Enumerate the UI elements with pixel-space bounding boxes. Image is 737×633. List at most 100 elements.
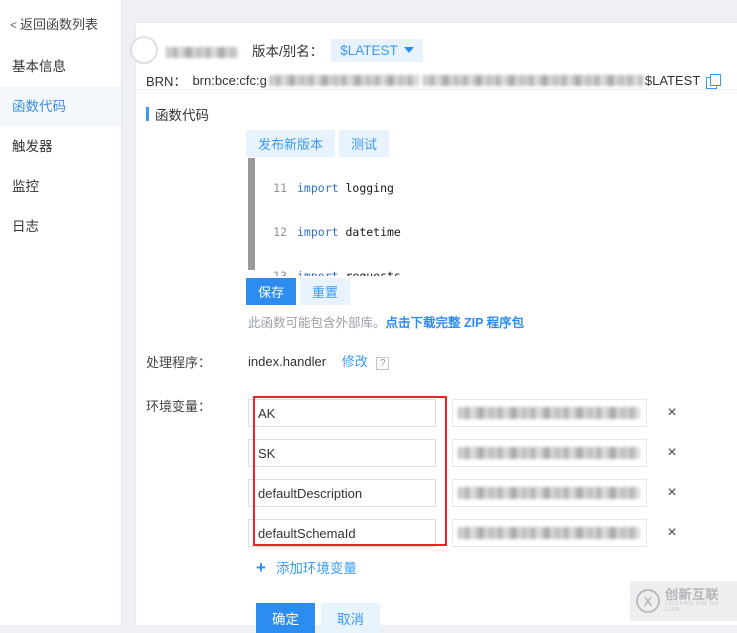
code-module: datetime: [338, 224, 401, 239]
sidebar-item-label: 监控: [12, 179, 39, 194]
env-delete-icon[interactable]: ×: [665, 404, 679, 422]
reset-button[interactable]: 重置: [300, 278, 351, 305]
version-alias-label: 版本/别名：: [252, 44, 324, 59]
external-library-hint: 此函数可能包含外部库。点击下载完整 ZIP 程序包: [248, 312, 524, 331]
code-line-number: 13: [273, 268, 287, 276]
code-keyword: import: [297, 224, 339, 239]
version-select-value: $LATEST: [340, 42, 398, 58]
env-var-item: ×: [248, 393, 679, 433]
env-value-input[interactable]: [452, 439, 647, 467]
code-keyword: import: [297, 181, 339, 196]
save-button[interactable]: 保存: [246, 278, 297, 305]
section-accent-bar: [146, 107, 149, 121]
function-detail-card: 版本/别名： $LATEST BRN： brn:bce:cfc:g $LATES…: [130, 22, 737, 633]
publish-new-version-button[interactable]: 发布新版本: [246, 130, 336, 157]
env-var-item: ×: [248, 473, 679, 513]
function-code-body: 函数代码 发布新版本 测试 11 import logging 12 import …: [136, 90, 737, 633]
brn-label: BRN：: [146, 74, 187, 89]
handler-label: 处理程序：: [146, 355, 212, 370]
code-editor-spacer: [146, 130, 248, 331]
watermark-name-cn: 创新互联: [665, 587, 720, 603]
code-action-tabs: 发布新版本 测试: [246, 130, 524, 157]
function-title-row: 版本/别名： $LATEST: [130, 35, 723, 65]
env-value-input[interactable]: [452, 519, 647, 547]
env-var-item: ×: [248, 513, 679, 553]
function-name-masked: [166, 46, 238, 58]
brn-prefix: brn:bce:cfc:g: [192, 73, 267, 88]
env-delete-icon[interactable]: ×: [665, 444, 679, 462]
download-zip-link[interactable]: 点击下载完整 ZIP 程序包: [386, 316, 525, 330]
handler-value-group: index.handler 修改 ?: [248, 351, 390, 370]
env-value-masked: [458, 487, 640, 499]
help-icon[interactable]: ?: [376, 356, 390, 370]
environment-variables-label: 环境变量：: [146, 399, 212, 414]
section-title-label: 函数代码: [155, 108, 209, 123]
handler-edit-link[interactable]: 修改: [342, 354, 368, 369]
plus-icon: +: [256, 557, 266, 577]
env-key-input[interactable]: [248, 439, 436, 467]
brn-masked-segment-2: [422, 75, 643, 86]
code-editor-content: 11 import logging 12 import datetime 13 imp…: [248, 158, 501, 276]
back-link-label: 返回函数列表: [20, 17, 99, 32]
function-avatar-icon: [130, 36, 158, 64]
env-delete-icon[interactable]: ×: [665, 484, 679, 502]
env-key-input[interactable]: [248, 399, 436, 427]
sidebar: < 返回函数列表 基本信息 函数代码 触发器 监控 日志: [0, 0, 122, 625]
brn-row: BRN： brn:bce:cfc:g $LATEST: [146, 65, 723, 90]
code-save-row: 保存 重置: [246, 278, 524, 305]
env-value-input[interactable]: [452, 479, 647, 507]
sidebar-item-label: 触发器: [12, 139, 53, 154]
env-key-input[interactable]: [248, 479, 436, 507]
code-keyword: import: [297, 268, 339, 276]
env-value-input[interactable]: [452, 399, 647, 427]
version-select[interactable]: $LATEST: [331, 38, 423, 62]
sidebar-item-function-code[interactable]: 函数代码: [0, 87, 121, 127]
brn-suffix: $LATEST: [644, 73, 701, 88]
environment-variables-row: 环境变量： × ×: [146, 393, 737, 553]
sidebar-item-basic-info[interactable]: 基本信息: [0, 47, 121, 87]
watermark-logo-icon: X: [636, 589, 660, 613]
env-value-masked: [458, 407, 640, 419]
code-module: requests: [338, 268, 401, 276]
section-title-function-code: 函数代码: [146, 104, 737, 124]
function-header: 版本/别名： $LATEST BRN： brn:bce:cfc:g $LATES…: [130, 23, 737, 89]
brn-masked-segment-1: [268, 75, 419, 86]
confirm-button[interactable]: 确定: [256, 603, 315, 633]
watermark: X 创新互联 CHUANG XIN HU LIAN: [630, 581, 737, 621]
sidebar-item-label: 基本信息: [12, 59, 66, 74]
add-environment-variable-label: 添加环境变量: [275, 561, 357, 576]
code-editor[interactable]: 11 import logging 12 import datetime 13 imp…: [248, 158, 501, 276]
test-button[interactable]: 测试: [339, 130, 390, 157]
sidebar-item-label: 日志: [12, 219, 39, 234]
back-to-function-list-link[interactable]: < 返回函数列表: [0, 0, 121, 47]
code-line-number: 12: [273, 224, 287, 239]
watermark-text: 创新互联 CHUANG XIN HU LIAN: [665, 588, 737, 613]
code-line-number: 11: [273, 181, 287, 196]
code-line: 11 import logging: [261, 181, 501, 196]
chevron-down-icon: [403, 47, 414, 53]
watermark-name-en: CHUANG XIN HU LIAN: [665, 601, 720, 613]
copy-icon[interactable]: [706, 73, 722, 89]
handler-value: index.handler: [248, 353, 327, 369]
add-environment-variable-button[interactable]: + 添加环境变量: [256, 557, 737, 577]
code-module: logging: [338, 181, 394, 196]
environment-variables-list: × × ×: [248, 393, 679, 553]
handler-row: 处理程序： index.handler 修改 ?: [146, 349, 737, 371]
back-chevron-icon: <: [10, 18, 18, 32]
cancel-button[interactable]: 取消: [321, 603, 380, 633]
env-var-item: ×: [248, 433, 679, 473]
sidebar-item-trigger[interactable]: 触发器: [0, 127, 121, 167]
layout-gutter: [122, 0, 135, 625]
code-editor-row: 发布新版本 测试 11 import logging 12 import datet…: [146, 130, 737, 331]
code-line: 13 import requests: [261, 269, 501, 276]
sidebar-item-logs[interactable]: 日志: [0, 207, 121, 247]
code-editor-column: 发布新版本 测试 11 import logging 12 import datet…: [246, 130, 524, 331]
env-delete-icon[interactable]: ×: [665, 524, 679, 542]
env-value-masked: [458, 527, 640, 539]
env-key-input[interactable]: [248, 519, 436, 547]
sidebar-item-monitoring[interactable]: 监控: [0, 167, 121, 207]
code-line: 12 import datetime: [261, 225, 501, 240]
sidebar-item-label: 函数代码: [12, 99, 66, 114]
env-value-masked: [458, 447, 640, 459]
code-editor-scrollbar[interactable]: [248, 158, 255, 270]
